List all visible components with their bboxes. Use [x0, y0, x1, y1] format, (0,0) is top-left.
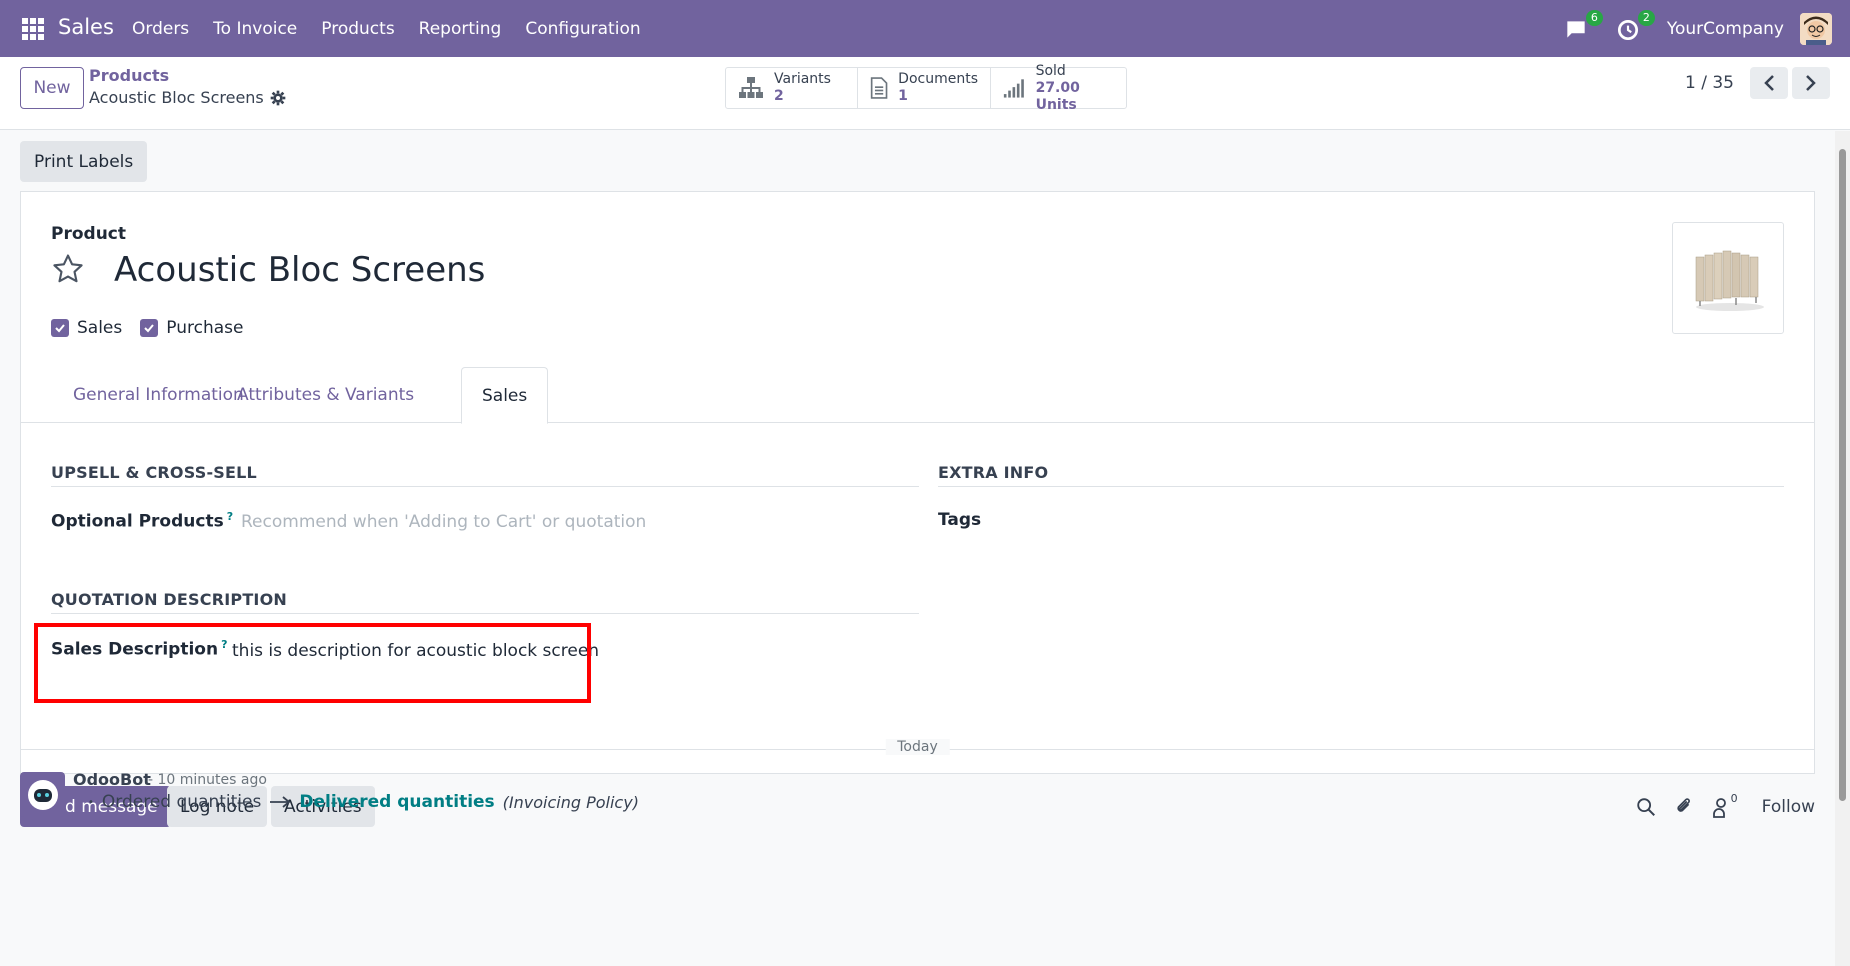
print-labels-button[interactable]: Print Labels: [20, 141, 148, 182]
tags-input[interactable]: [1101, 504, 1781, 534]
tags-label: Tags: [938, 510, 982, 530]
followers-button[interactable]: 0: [1711, 792, 1738, 818]
menu-item-to-invoice[interactable]: To Invoice: [201, 19, 309, 39]
can-be-purchased-checkbox[interactable]: Purchase: [140, 318, 243, 338]
activities-icon[interactable]: 2: [1615, 9, 1655, 44]
favorite-star-icon[interactable]: [51, 252, 85, 286]
old-value: Ordered quantities: [101, 792, 262, 812]
sitemap-icon: [739, 77, 763, 98]
sales-checkbox-label: Sales: [77, 318, 123, 338]
chatter-topbar-actions: 0 Follow: [1635, 786, 1815, 827]
sold-label: Sold: [1035, 62, 1066, 79]
gear-icon[interactable]: [270, 90, 286, 106]
menu-item-orders[interactable]: Orders: [120, 19, 201, 39]
upsell-separator: [51, 486, 919, 487]
new-button[interactable]: New: [20, 67, 84, 109]
activities-badge: 2: [1637, 9, 1655, 26]
message-author[interactable]: OdooBot: [73, 770, 151, 789]
form-content: Print Labels Product Acoustic Bloc Scree…: [0, 131, 1835, 966]
documents-label: Documents: [898, 71, 978, 87]
checkbox-checked-icon: [140, 319, 159, 337]
odoobot-avatar[interactable]: [20, 772, 65, 817]
variants-smart-button[interactable]: Variants 2: [726, 68, 858, 108]
pager: 1 / 35: [1685, 67, 1830, 99]
documents-count: 1: [898, 88, 908, 104]
app-name[interactable]: Sales: [58, 15, 114, 39]
product-image[interactable]: [1672, 222, 1784, 334]
menu-item-configuration[interactable]: Configuration: [513, 19, 652, 39]
pager-next-button[interactable]: [1792, 67, 1830, 99]
follow-button[interactable]: Follow: [1762, 797, 1815, 817]
product-name-field[interactable]: Acoustic Bloc Screens: [114, 250, 485, 290]
apps-menu-icon[interactable]: [22, 18, 44, 40]
breadcrumb-current-label: Acoustic Bloc Screens: [89, 88, 264, 107]
tab-sales[interactable]: Sales: [461, 367, 549, 424]
arrow-right-icon: [270, 796, 291, 808]
chevron-right-icon: [1806, 75, 1816, 91]
signal-bars-icon: [1003, 79, 1024, 98]
search-icon[interactable]: [1635, 796, 1657, 818]
variants-label: Variants: [774, 71, 831, 87]
tracking-value: • Ordered quantities Delivered quantitie…: [88, 792, 639, 812]
quotation-separator: [51, 613, 919, 614]
documents-smart-button[interactable]: Documents 1: [858, 68, 991, 108]
help-tooltip-icon[interactable]: ?: [227, 510, 233, 523]
can-be-sold-checkbox[interactable]: Sales: [51, 318, 122, 338]
messages-badge: 6: [1585, 9, 1603, 26]
pager-previous-button[interactable]: [1750, 67, 1788, 99]
document-icon: [870, 77, 888, 99]
vertical-scrollbar[interactable]: [1835, 131, 1850, 966]
navbar-systray: 6 2 YourCompany: [1563, 0, 1850, 57]
main-menu: Orders To Invoice Products Reporting Con…: [120, 0, 653, 57]
notebook-tabs: General Information Attributes & Variant…: [21, 367, 1814, 424]
tracked-field-name: (Invoicing Policy): [502, 792, 639, 812]
optional-products-input[interactable]: Recommend when 'Adding to Cart' or quota…: [241, 512, 646, 532]
top-navbar: Sales Orders To Invoice Products Reporti…: [0, 0, 1850, 57]
quotation-section-title: QUOTATION DESCRIPTION: [51, 590, 287, 609]
new-value: Delivered quantities: [299, 792, 495, 812]
date-separator: Today: [20, 739, 1815, 759]
product-flags: Sales Purchase: [51, 318, 243, 338]
chevron-left-icon: [1764, 75, 1774, 91]
checkbox-checked-icon: [51, 319, 69, 337]
paperclip-icon[interactable]: [1673, 796, 1695, 818]
scrollbar-thumb[interactable]: [1839, 149, 1846, 801]
tab-attributes-variants[interactable]: Attributes & Variants: [217, 367, 434, 423]
sold-smart-button[interactable]: Sold 27.00 Units: [991, 63, 1126, 113]
sold-quantity: 27.00 Units: [1035, 79, 1080, 113]
breadcrumb-products-link[interactable]: Products: [89, 67, 286, 85]
menu-item-reporting[interactable]: Reporting: [407, 19, 514, 39]
smart-buttons: Variants 2 Documents 1 Sold 27.00 Units: [725, 63, 1127, 113]
message-time: - 10 minutes ago: [148, 772, 267, 788]
messages-icon[interactable]: 6: [1563, 9, 1603, 44]
purchase-checkbox-label: Purchase: [166, 318, 244, 338]
pager-value[interactable]: 1 / 35: [1685, 73, 1734, 93]
control-panel: New Products Acoustic Bloc Screens Varia…: [0, 57, 1850, 130]
product-label: Product: [51, 224, 126, 244]
user-lock-icon: [1712, 797, 1726, 818]
variants-count: 2: [774, 88, 784, 104]
optional-products-label: Optional Products?: [51, 510, 233, 532]
highlight-box: [34, 623, 591, 703]
breadcrumb: Products Acoustic Bloc Screens: [89, 67, 286, 109]
company-switcher[interactable]: YourCompany: [1667, 19, 1784, 39]
upsell-section-title: UPSELL & CROSS-SELL: [51, 463, 257, 482]
date-separator-label: Today: [885, 739, 950, 755]
user-avatar[interactable]: [1800, 12, 1832, 45]
followers-count: 0: [1730, 791, 1738, 805]
extra-info-section-title: EXTRA INFO: [938, 463, 1049, 482]
breadcrumb-current: Acoustic Bloc Screens: [89, 87, 286, 109]
menu-item-products[interactable]: Products: [309, 19, 406, 39]
optional-products-label-text: Optional Products: [51, 511, 224, 532]
extra-info-separator: [938, 486, 1784, 487]
